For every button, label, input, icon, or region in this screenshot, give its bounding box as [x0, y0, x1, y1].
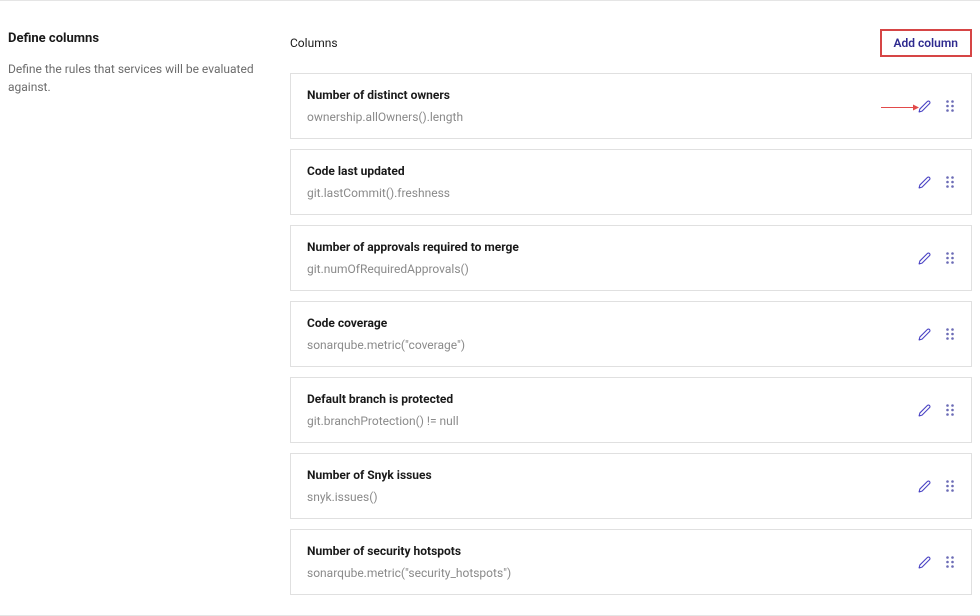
column-actions	[918, 327, 955, 341]
column-title: Code last updated	[307, 164, 918, 178]
drag-handle[interactable]	[945, 479, 955, 493]
sidebar-title: Define columns	[8, 31, 258, 46]
column-actions	[918, 251, 955, 265]
column-content: Number of Snyk issues snyk.issues()	[307, 468, 918, 504]
drag-handle[interactable]	[945, 175, 955, 189]
column-actions	[918, 99, 955, 113]
pencil-icon	[918, 328, 931, 341]
edit-column-button[interactable]	[918, 328, 931, 341]
main-content: Columns Add column Number of distinct ow…	[290, 29, 972, 595]
column-title: Number of approvals required to merge	[307, 240, 918, 254]
grip-icon	[945, 99, 955, 113]
columns-label: Columns	[290, 36, 338, 50]
column-content: Code last updated git.lastCommit().fresh…	[307, 164, 918, 200]
column-expression: sonarqube.metric("security_hotspots")	[307, 566, 918, 580]
drag-handle[interactable]	[945, 99, 955, 113]
column-content: Number of security hotspots sonarqube.me…	[307, 544, 918, 580]
column-content: Default branch is protected git.branchPr…	[307, 392, 918, 428]
edit-column-button[interactable]	[918, 480, 931, 493]
column-title: Number of distinct owners	[307, 88, 918, 102]
column-actions	[918, 175, 955, 189]
pencil-icon	[918, 480, 931, 493]
column-list: Number of distinct owners ownership.allO…	[290, 73, 972, 595]
column-title: Code coverage	[307, 316, 918, 330]
column-card: Number of distinct owners ownership.allO…	[290, 73, 972, 139]
column-card: Number of approvals required to merge gi…	[290, 225, 972, 291]
column-actions	[918, 555, 955, 569]
grip-icon	[945, 403, 955, 417]
column-expression: git.numOfRequiredApprovals()	[307, 262, 918, 276]
sidebar-description: Define the rules that services will be e…	[8, 60, 258, 96]
column-content: Number of approvals required to merge gi…	[307, 240, 918, 276]
column-expression: sonarqube.metric("coverage")	[307, 338, 918, 352]
columns-header: Columns Add column	[290, 29, 972, 57]
drag-handle[interactable]	[945, 327, 955, 341]
pencil-icon	[918, 176, 931, 189]
pencil-icon	[918, 252, 931, 265]
column-card: Code last updated git.lastCommit().fresh…	[290, 149, 972, 215]
column-expression: snyk.issues()	[307, 490, 918, 504]
grip-icon	[945, 175, 955, 189]
column-expression: git.branchProtection() != null	[307, 414, 918, 428]
edit-column-button[interactable]	[918, 404, 931, 417]
column-actions	[918, 403, 955, 417]
edit-column-button[interactable]	[918, 252, 931, 265]
column-card: Number of Snyk issues snyk.issues()	[290, 453, 972, 519]
pencil-icon	[918, 100, 931, 113]
edit-column-button[interactable]	[918, 556, 931, 569]
column-expression: git.lastCommit().freshness	[307, 186, 918, 200]
grip-icon	[945, 479, 955, 493]
edit-column-button[interactable]	[918, 100, 931, 113]
grip-icon	[945, 327, 955, 341]
column-actions	[918, 479, 955, 493]
grip-icon	[945, 251, 955, 265]
drag-handle[interactable]	[945, 403, 955, 417]
column-content: Number of distinct owners ownership.allO…	[307, 88, 918, 124]
column-card: Code coverage sonarqube.metric("coverage…	[290, 301, 972, 367]
define-columns-section: Define columns Define the rules that ser…	[0, 0, 980, 616]
drag-handle[interactable]	[945, 251, 955, 265]
pencil-icon	[918, 556, 931, 569]
drag-handle[interactable]	[945, 555, 955, 569]
column-expression: ownership.allOwners().length	[307, 110, 918, 124]
pencil-icon	[918, 404, 931, 417]
grip-icon	[945, 555, 955, 569]
column-title: Number of security hotspots	[307, 544, 918, 558]
column-content: Code coverage sonarqube.metric("coverage…	[307, 316, 918, 352]
column-title: Number of Snyk issues	[307, 468, 918, 482]
edit-column-button[interactable]	[918, 176, 931, 189]
sidebar: Define columns Define the rules that ser…	[8, 29, 258, 595]
column-card: Default branch is protected git.branchPr…	[290, 377, 972, 443]
column-title: Default branch is protected	[307, 392, 918, 406]
add-column-button[interactable]: Add column	[880, 29, 973, 57]
column-card: Number of security hotspots sonarqube.me…	[290, 529, 972, 595]
